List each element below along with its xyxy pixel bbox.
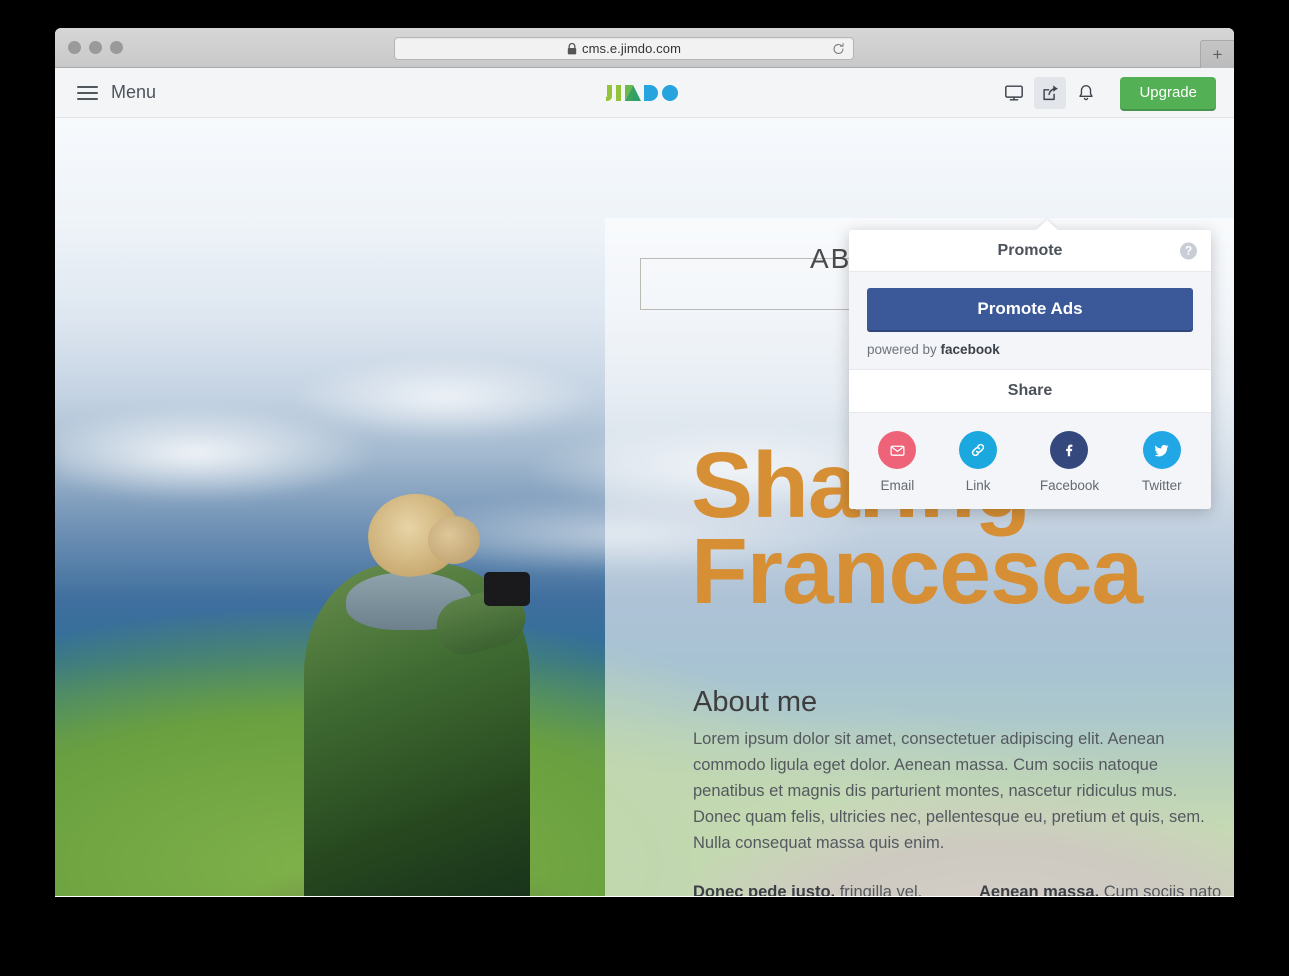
upgrade-button[interactable]: Upgrade [1120,76,1216,109]
email-envelope-icon [878,431,917,469]
powered-by-facebook: powered by facebook [867,342,1193,357]
share-title: Share [1007,382,1053,399]
notifications-bell-icon[interactable] [1070,77,1102,109]
new-tab-button[interactable]: + [1200,40,1234,68]
share-link-label: Link [965,478,991,493]
chain-link-icon [959,431,998,469]
promote-share-popover: Promote ? Promote Ads powered by faceboo… [849,220,1211,509]
twitter-bird-icon [1142,431,1181,469]
promote-title: Promote [997,241,1063,259]
popover-arrow [1036,220,1058,230]
share-section-header: Share [849,369,1211,413]
menu-button-label: Menu [111,82,157,102]
two-column-text: Donec pede justo, fringilla vel, aliquet… [693,880,1228,896]
reload-icon[interactable] [832,42,845,55]
about-me-heading: About me [693,686,818,718]
jimdo-logo [605,81,684,105]
column-left-lead: Donec pede justo, [693,883,836,896]
column-right-lead: Aenean massa. [979,883,1100,896]
share-link-button[interactable]: Link [959,431,998,493]
share-twitter-label: Twitter [1141,478,1182,493]
popover-header: Promote ? [849,230,1211,272]
text-column-right: Aenean massa. Cum sociis nato eque penat… [979,880,1227,896]
share-twitter-button[interactable]: Twitter [1142,431,1182,493]
share-icon[interactable] [1034,76,1067,109]
maximize-window-button[interactable] [110,41,123,54]
facebook-f-icon [1050,431,1089,469]
url-text: cms.e.jimdo.com [581,41,682,56]
cms-toolbar: Menu Upgrade [55,68,1234,118]
powered-by-prefix: powered by [867,342,941,357]
browser-titlebar: cms.e.jimdo.com + [55,28,1234,68]
share-facebook-button[interactable]: Facebook [1040,431,1099,493]
toolbar-actions: Upgrade [998,76,1216,109]
share-email-label: Email [880,478,915,493]
lock-icon [567,42,577,55]
share-targets: Email Link Facebook Twitter [849,413,1211,509]
share-email-button[interactable]: Email [878,431,917,493]
help-question-icon[interactable]: ? [1180,242,1197,259]
share-facebook-label: Facebook [1039,478,1100,493]
hamburger-icon [77,85,98,100]
website-preview: ABOUT Sharing Francesca About me Lorem i… [55,118,1234,896]
promote-section: Promote Ads powered by facebook [849,272,1211,369]
close-window-button[interactable] [68,41,81,54]
powered-by-brand: facebook [940,342,1000,357]
address-bar[interactable]: cms.e.jimdo.com [394,37,854,60]
minimize-window-button[interactable] [89,41,102,54]
hiker-photographer-figure [250,476,580,896]
about-me-paragraph: Lorem ipsum dolor sit amet, consectetuer… [693,730,1205,853]
window-traffic-lights [68,41,123,54]
promote-ads-button[interactable]: Promote Ads [867,288,1193,330]
menu-button[interactable]: Menu [77,82,156,103]
browser-window: cms.e.jimdo.com + Menu Upgrade Francesca… [55,28,1234,897]
text-column-left: Donec pede justo, fringilla vel, aliquet… [693,880,941,896]
preview-monitor-icon[interactable] [998,77,1030,109]
